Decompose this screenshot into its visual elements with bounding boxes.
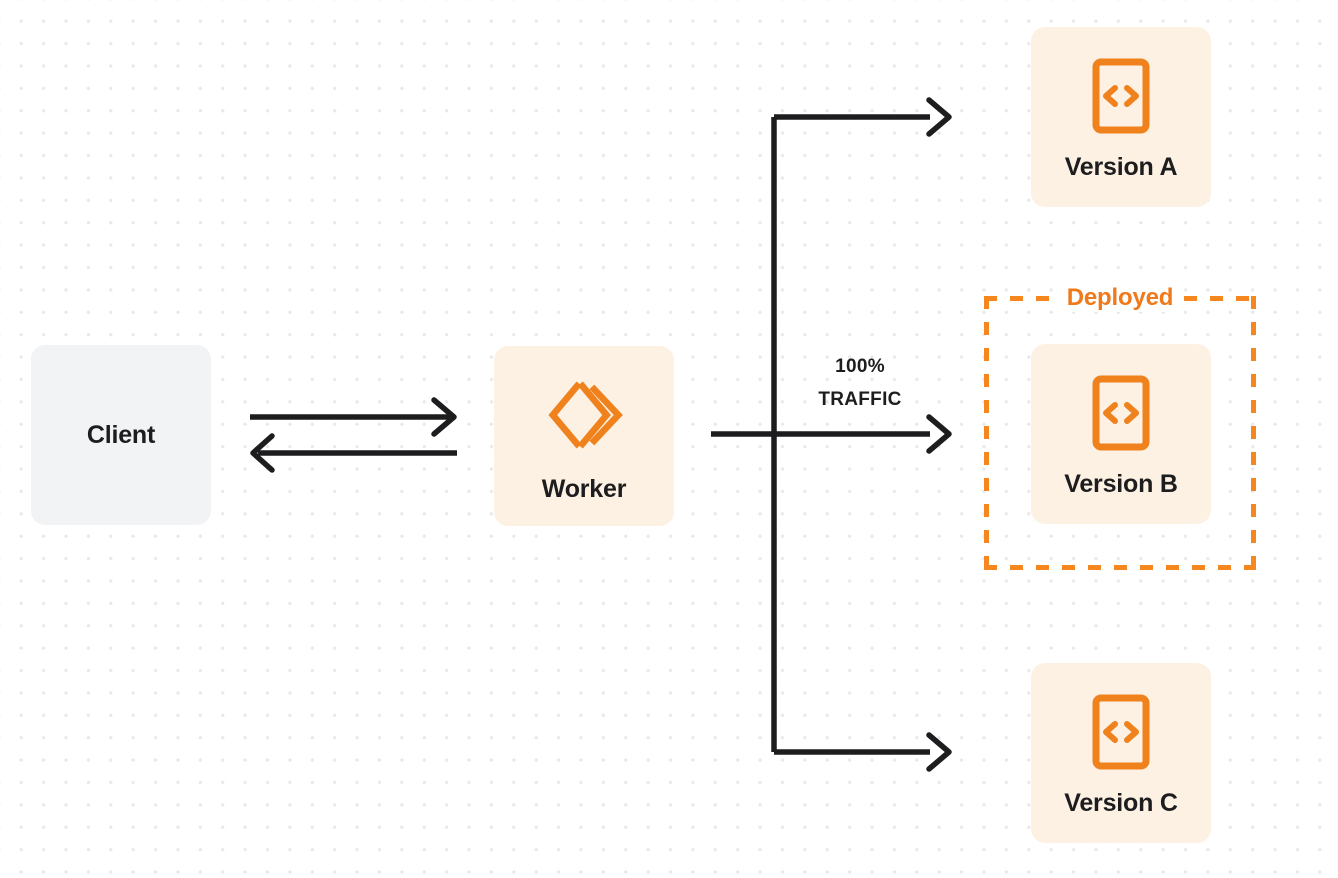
- traffic-label: 100% TRAFFIC: [790, 350, 930, 417]
- deployed-border-top-left: [984, 296, 1056, 301]
- node-version-b[interactable]: Version B: [1031, 344, 1211, 524]
- arrowhead-version-b: [926, 414, 952, 454]
- cloudflare-workers-logo-icon: [545, 376, 623, 459]
- connector-client-to-worker: [250, 397, 457, 437]
- node-version-a[interactable]: Version A: [1031, 27, 1211, 207]
- node-version-c[interactable]: Version C: [1031, 663, 1211, 843]
- deployed-label: Deployed: [1056, 284, 1184, 312]
- node-client[interactable]: Client: [31, 345, 211, 525]
- connector-worker-to-client: [250, 433, 457, 473]
- deployed-border-bottom: [984, 565, 1256, 570]
- code-brackets-document-icon: [1091, 58, 1151, 139]
- version-c-label: Version C: [1064, 789, 1178, 817]
- connector-trunk: [711, 114, 930, 755]
- diagram-canvas: 100% TRAFFIC Deployed Client Worker Vers…: [0, 0, 1338, 878]
- traffic-unit: TRAFFIC: [818, 389, 902, 411]
- client-label: Client: [86, 420, 156, 449]
- version-a-label: Version A: [1064, 153, 1178, 181]
- code-brackets-document-icon: [1091, 375, 1151, 456]
- deployed-border-right: [1251, 296, 1256, 570]
- arrowhead-version-a: [926, 97, 952, 137]
- code-brackets-document-icon: [1091, 694, 1151, 775]
- version-b-label: Version B: [1064, 470, 1178, 498]
- node-worker[interactable]: Worker: [494, 346, 674, 526]
- worker-label: Worker: [541, 475, 627, 503]
- deployed-border-left: [984, 296, 989, 570]
- traffic-percent: 100%: [835, 356, 885, 377]
- deployed-border-top-right: [1184, 296, 1256, 301]
- arrowhead-version-c: [926, 732, 952, 772]
